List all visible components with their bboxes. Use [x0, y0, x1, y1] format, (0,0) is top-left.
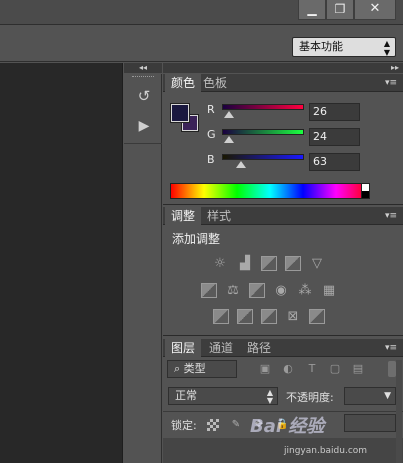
- green-slider-thumb[interactable]: [224, 136, 234, 143]
- selective-color-icon[interactable]: [309, 309, 325, 324]
- tab-swatches[interactable]: 色板: [197, 74, 233, 92]
- gradient-map-icon[interactable]: ⊠: [285, 309, 301, 324]
- foreground-color-swatch[interactable]: [170, 103, 190, 123]
- tab-channels[interactable]: 通道: [203, 339, 239, 357]
- pixel-filter-icon[interactable]: ▣: [258, 362, 272, 376]
- close-button[interactable]: ✕: [354, 0, 396, 20]
- panel-menu-icon[interactable]: ▾≡: [385, 74, 397, 92]
- blend-mode-select[interactable]: 正常 ▲ ▼: [168, 387, 278, 405]
- minimize-button[interactable]: ▁: [298, 0, 326, 20]
- expand-icon: ▸▸: [390, 63, 399, 72]
- invert-icon[interactable]: [213, 309, 229, 324]
- watermark: Bai 经验 jingyan.baidu.com: [250, 410, 400, 463]
- adjustments-panel-tabbar: 调整 样式 ▾≡: [163, 207, 403, 225]
- channel-mixer-icon[interactable]: ⁂: [297, 283, 313, 298]
- tab-color[interactable]: 颜色: [165, 74, 202, 92]
- collapse-icon: ◂◂: [138, 63, 148, 72]
- green-value-field[interactable]: 24: [309, 128, 360, 146]
- search-icon: ⌕: [174, 362, 184, 375]
- green-slider[interactable]: [222, 129, 304, 135]
- workspace-label: 基本功能: [299, 40, 343, 53]
- photo-filter-icon[interactable]: ◉: [273, 283, 289, 298]
- smart-object-filter-icon[interactable]: ▤: [351, 362, 365, 376]
- threshold-icon[interactable]: [261, 309, 277, 324]
- adjustment-filter-icon[interactable]: ◐: [281, 362, 295, 376]
- posterize-icon[interactable]: [237, 309, 253, 324]
- opacity-label: 不透明度:: [286, 391, 334, 404]
- blue-slider[interactable]: [222, 154, 304, 160]
- hue-saturation-icon[interactable]: [201, 283, 217, 298]
- panels-expand-button[interactable]: ▸▸: [163, 63, 403, 73]
- green-channel-label: G: [207, 128, 216, 141]
- lock-pixels-icon[interactable]: ✎: [230, 419, 242, 431]
- blue-value-field[interactable]: 63: [309, 153, 360, 171]
- filter-label: 类型: [183, 362, 206, 375]
- red-slider-thumb[interactable]: [224, 111, 234, 118]
- brightness-contrast-icon[interactable]: ☼: [212, 256, 228, 271]
- color-spectrum-bar[interactable]: [170, 183, 370, 199]
- color-panel-tabbar: 颜色 色板 ▾≡: [163, 74, 403, 92]
- select-arrows-icon: ▲ ▼: [383, 39, 390, 57]
- levels-icon[interactable]: ▟: [237, 256, 253, 271]
- close-icon: ✕: [369, 1, 381, 16]
- document-canvas-area[interactable]: [0, 63, 123, 463]
- tab-styles[interactable]: 样式: [201, 207, 237, 225]
- exposure-icon[interactable]: [285, 256, 301, 271]
- lock-label: 锁定:: [171, 419, 197, 432]
- curves-icon[interactable]: [261, 256, 277, 271]
- dock-divider: [124, 143, 162, 144]
- red-channel-label: R: [207, 103, 215, 116]
- dock-collapse-button[interactable]: ◂◂: [124, 63, 162, 73]
- tab-adjustments[interactable]: 调整: [165, 207, 202, 225]
- black-white-icon[interactable]: [249, 283, 265, 298]
- lock-transparency-icon[interactable]: [207, 419, 219, 431]
- tab-paths[interactable]: 路径: [241, 339, 277, 357]
- restore-icon: ❐: [334, 2, 346, 16]
- blue-channel-label: B: [207, 153, 215, 166]
- history-icon[interactable]: ↺: [133, 86, 155, 106]
- filter-toggle[interactable]: [388, 361, 396, 377]
- type-filter-icon[interactable]: T: [305, 362, 319, 376]
- color-balance-icon[interactable]: ⚖: [225, 283, 241, 298]
- red-value-field[interactable]: 26: [309, 103, 360, 121]
- shape-filter-icon[interactable]: ▢: [328, 362, 342, 376]
- dock-grip-handle[interactable]: [132, 76, 154, 79]
- minimize-icon: ▁: [307, 2, 317, 16]
- layers-panel-tabbar: 图层 通道 路径 ▾≡: [163, 339, 403, 357]
- restore-button[interactable]: ❐: [326, 0, 354, 20]
- tab-layers[interactable]: 图层: [165, 339, 202, 357]
- select-arrows-icon: ▲ ▼: [266, 388, 273, 405]
- opacity-field[interactable]: ▼: [344, 387, 396, 405]
- actions-play-icon[interactable]: ▶: [133, 116, 155, 136]
- panel-menu-icon[interactable]: ▾≡: [385, 339, 397, 357]
- color-lookup-icon[interactable]: ▦: [321, 283, 337, 298]
- watermark-url: jingyan.baidu.com: [284, 446, 368, 456]
- red-slider[interactable]: [222, 104, 304, 110]
- blend-mode-value: 正常: [175, 389, 197, 402]
- add-adjustment-heading: 添加调整: [172, 232, 221, 246]
- layer-filter-select[interactable]: ⌕ 类型: [167, 360, 237, 378]
- black-white-swatch[interactable]: [361, 183, 370, 199]
- watermark-brand: Bai 经验: [250, 416, 325, 437]
- blue-slider-thumb[interactable]: [236, 161, 246, 168]
- workspace-select[interactable]: 基本功能 ▲ ▼: [292, 37, 396, 57]
- vibrance-icon[interactable]: ▽: [309, 256, 325, 271]
- panel-menu-icon[interactable]: ▾≡: [385, 207, 397, 225]
